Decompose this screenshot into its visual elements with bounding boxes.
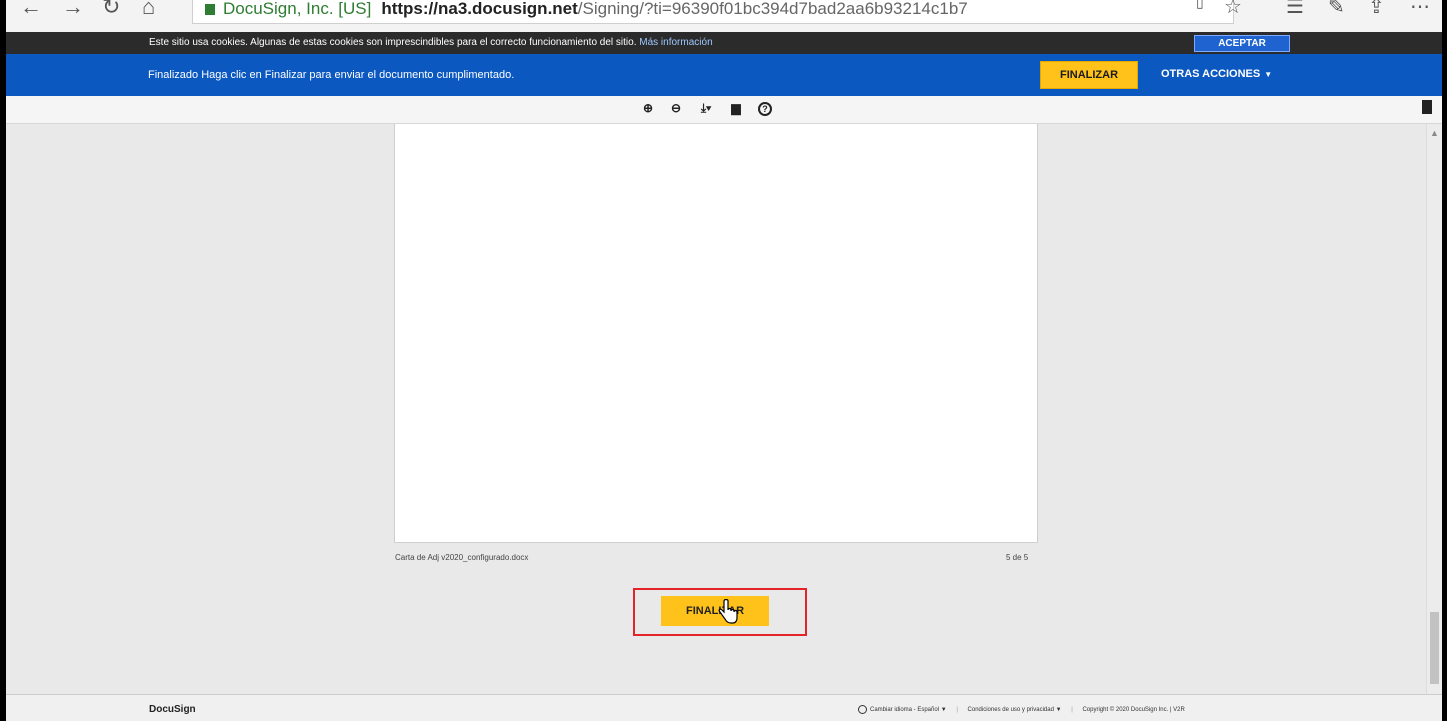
language-selector[interactable]: Cambiar idioma - Español ▼ [870,707,947,713]
other-actions-menu[interactable]: OTRAS ACCIONES ▼ [1161,68,1272,80]
more-icon[interactable]: ⋯ [1410,0,1430,19]
zoom-in-icon[interactable]: ⊕ [640,100,656,116]
scroll-up-icon[interactable]: ▲ [1430,128,1439,138]
document-page [394,124,1038,543]
app-frame: ← → ↻ ⌂ DocuSign, Inc. [US] https://na3.… [6,0,1442,721]
cookie-text: Este sitio usa cookies. Algunas de estas… [149,37,637,48]
finish-button-top[interactable]: FINALIZAR [1040,61,1138,89]
favorites-list-icon[interactable]: ☰ [1286,0,1304,19]
signing-action-bar: Finalizado Haga clic en Finalizar para e… [6,54,1442,96]
zoom-out-icon[interactable]: ⊖ [668,100,684,116]
scrollbar-thumb[interactable] [1430,612,1439,684]
site-identity: DocuSign, Inc. [US] [223,0,372,18]
footer-separator: | [1071,707,1073,714]
address-bar[interactable]: DocuSign, Inc. [US] https://na3.docusign… [192,0,1234,24]
home-icon[interactable]: ⌂ [142,0,155,20]
pen-icon[interactable]: ✎ [1328,0,1345,19]
footer-links: Cambiar idioma - Español ▼ | Condiciones… [858,705,1185,714]
print-icon[interactable]: ▆ [728,100,744,116]
footer-separator: | [956,707,958,714]
document-viewer: Carta de Adj v2020_configurado.docx 5 de… [6,124,1426,694]
copyright-text: Copyright © 2020 DocuSign Inc. | V2R [1082,707,1185,714]
cookie-banner: Este sitio usa cookies. Algunas de estas… [6,32,1442,54]
globe-icon [858,705,867,714]
download-icon[interactable]: ⤓▾ [694,100,718,116]
refresh-icon[interactable]: ↻ [102,0,120,20]
help-icon[interactable]: ? [758,102,772,116]
back-icon[interactable]: ← [20,0,42,20]
url-path: /Signing/?ti=96390f01bc394d7bad2aa6b9321… [577,0,968,18]
document-toolbar: ⊕ ⊖ ⤓▾ ▆ ? [6,96,1442,124]
footer: DocuSign Cambiar idioma - Español ▼ | Co… [6,694,1442,721]
hand-cursor-icon [718,599,738,624]
browser-toolbar: ← → ↻ ⌂ DocuSign, Inc. [US] https://na3.… [6,0,1442,33]
chevron-down-icon: ▼ [1264,70,1273,79]
document-filename: Carta de Adj v2020_configurado.docx [395,553,529,562]
completion-message: Finalizado Haga clic en Finalizar para e… [148,69,515,81]
forward-icon[interactable]: → [62,0,84,20]
terms-link[interactable]: Condiciones de uso y privacidad ▼ [968,707,1062,713]
finish-button[interactable]: FINALIZAR [661,596,769,626]
share-icon[interactable]: ⇪ [1368,0,1385,19]
cookie-more-info-link[interactable]: Más información [639,37,712,48]
vertical-scrollbar[interactable]: ▲ [1426,124,1442,694]
footer-brand: DocuSign [149,704,196,715]
page-counter: 5 de 5 [1006,553,1029,562]
other-actions-label: OTRAS ACCIONES [1161,68,1261,80]
document-menu-icon[interactable] [1422,100,1432,114]
reading-view-icon[interactable]: ▯ [1196,0,1204,11]
url-host: https://na3.docusign.net [381,0,578,18]
lock-icon [205,3,215,15]
cookie-text-wrap: Este sitio usa cookies. Algunas de estas… [149,37,713,48]
favorite-star-icon[interactable]: ☆ [1224,0,1242,19]
accept-cookies-button[interactable]: ACEPTAR [1194,35,1290,52]
